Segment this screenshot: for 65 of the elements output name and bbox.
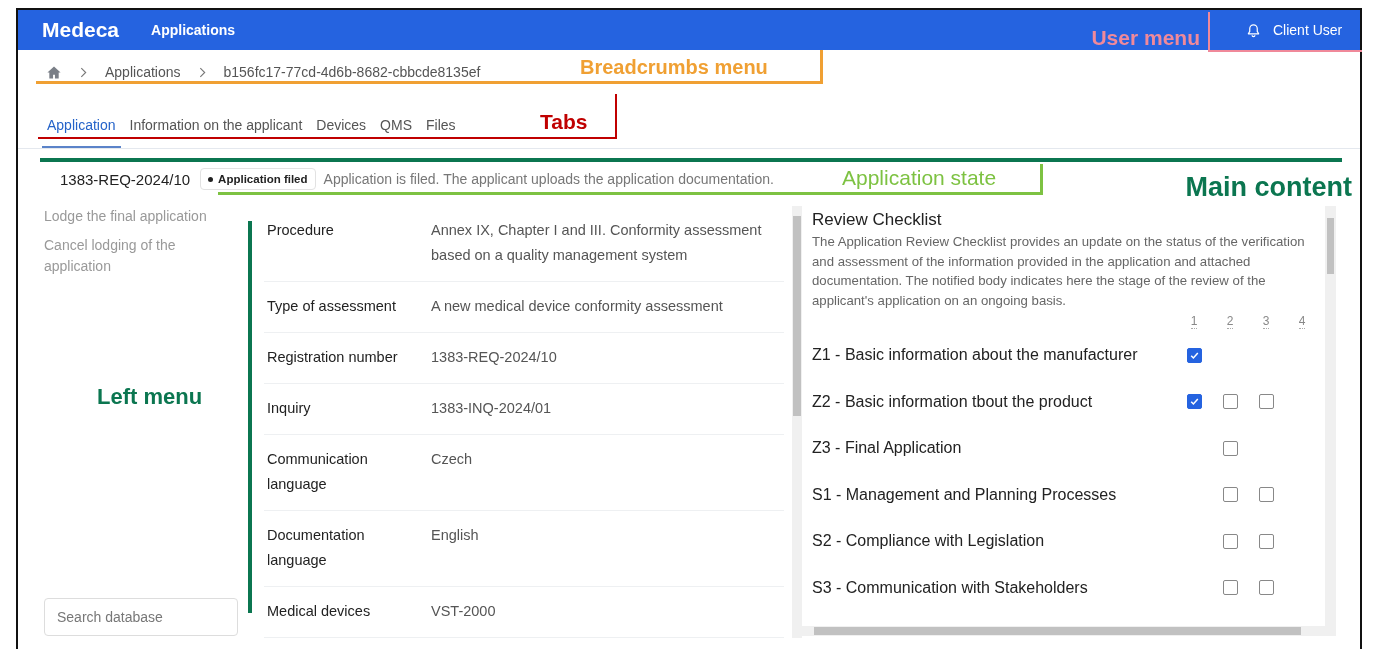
checklist-item: Z3 - Final Application	[812, 439, 963, 458]
field-label: Medical devices	[266, 602, 372, 621]
field-label: Inquiry	[266, 399, 312, 418]
checkmark-icon	[1188, 396, 1200, 408]
panel-description: The Application Review Checklist provides an update on the status of the verification and assessment of the information provided in the application and attached documentation. The notified body indicates here the stage of the review of the applicant's application on an ongoing basis.	[812, 233, 1306, 310]
tab[interactable]: Information on the applicant	[124, 109, 308, 148]
tab[interactable]: QMS	[375, 109, 417, 148]
field-value: A new medical device conformity assessment	[431, 297, 723, 316]
checklist-item: S2 - Compliance with Legislation	[812, 532, 1046, 551]
field-value: Annex IX, Chapter I and III. Conformity assessment based on a quality management system	[431, 221, 763, 265]
checkbox[interactable]	[1222, 580, 1238, 596]
breadcrumb-link[interactable]: Applications	[105, 64, 181, 80]
status-description: Application is filed. The applicant uploads the application documentation.	[323, 171, 774, 187]
field-label: Type of assessment	[266, 297, 397, 316]
home-icon[interactable]	[46, 64, 62, 80]
column-number: 1	[1190, 313, 1198, 329]
field-value: 1383-REQ-2024/10	[431, 348, 557, 367]
checklist-item: S1 - Management and Planning Processes	[812, 485, 1118, 504]
checkbox[interactable]	[1222, 533, 1238, 549]
checkbox[interactable]	[1222, 440, 1238, 456]
user-menu-button[interactable]: Client User	[1240, 18, 1349, 42]
checkbox[interactable]	[1186, 347, 1202, 363]
breadcrumb-link[interactable]: b156fc17-77cd-4d6b-8682-cbbcde8135ef	[223, 64, 481, 80]
checkbox[interactable]	[1222, 394, 1238, 410]
checklist-item: S3 - Communication with Stakeholders	[812, 578, 1089, 597]
checkbox[interactable]	[1186, 394, 1202, 410]
annotation-label: Main content	[1185, 172, 1352, 203]
scrollbar[interactable]	[802, 626, 1336, 636]
search-field[interactable]: Search database	[44, 598, 238, 636]
nav-link[interactable]: Applications	[151, 22, 236, 38]
application-number: 1383-REQ-2024/10	[60, 170, 191, 188]
checklist-item: Z1 - Basic information about the manufacturer	[812, 346, 1139, 365]
field-value: Czech	[431, 450, 473, 469]
checkbox[interactable]	[1258, 394, 1274, 410]
column-number: 4	[1298, 313, 1306, 329]
annotation-label: Left menu	[97, 384, 203, 410]
field-value: 1383-INQ-2024/01	[431, 399, 552, 418]
app-logo[interactable]: Medeca	[42, 18, 120, 42]
field-label: Registration number	[266, 348, 399, 367]
checklist-item: Z2 - Basic information tbout the product	[812, 392, 1094, 411]
bell-icon	[1246, 22, 1261, 38]
column-number: 3	[1262, 313, 1270, 329]
field-label: Procedure	[266, 221, 335, 240]
field-value: English	[431, 526, 479, 545]
tab[interactable]: Devices	[311, 109, 372, 148]
field-value: VST-2000	[431, 602, 496, 621]
checkbox[interactable]	[1258, 533, 1274, 549]
annotation-label: Breadcrumbs menu	[580, 56, 768, 79]
annotation-label: Tabs	[540, 110, 588, 134]
chevron-icon	[80, 66, 87, 78]
chevron-icon	[198, 66, 206, 78]
annotation-label: User menu	[1091, 26, 1200, 50]
scrollbar[interactable]	[792, 206, 802, 638]
scrollbar[interactable]	[1325, 206, 1336, 626]
tab[interactable]: Application	[42, 109, 121, 148]
status-badge: Application filed	[200, 168, 316, 190]
panel-title: Review Checklist	[812, 210, 943, 230]
annotation-label: Application state	[842, 166, 997, 190]
tab[interactable]: Files	[420, 109, 461, 148]
checkbox[interactable]	[1222, 487, 1238, 503]
checkbox[interactable]	[1258, 487, 1274, 503]
field-label: Documentation language	[266, 526, 366, 570]
checkbox[interactable]	[1258, 580, 1274, 596]
column-number: 2	[1226, 313, 1234, 329]
field-label: Communication language	[266, 450, 369, 494]
